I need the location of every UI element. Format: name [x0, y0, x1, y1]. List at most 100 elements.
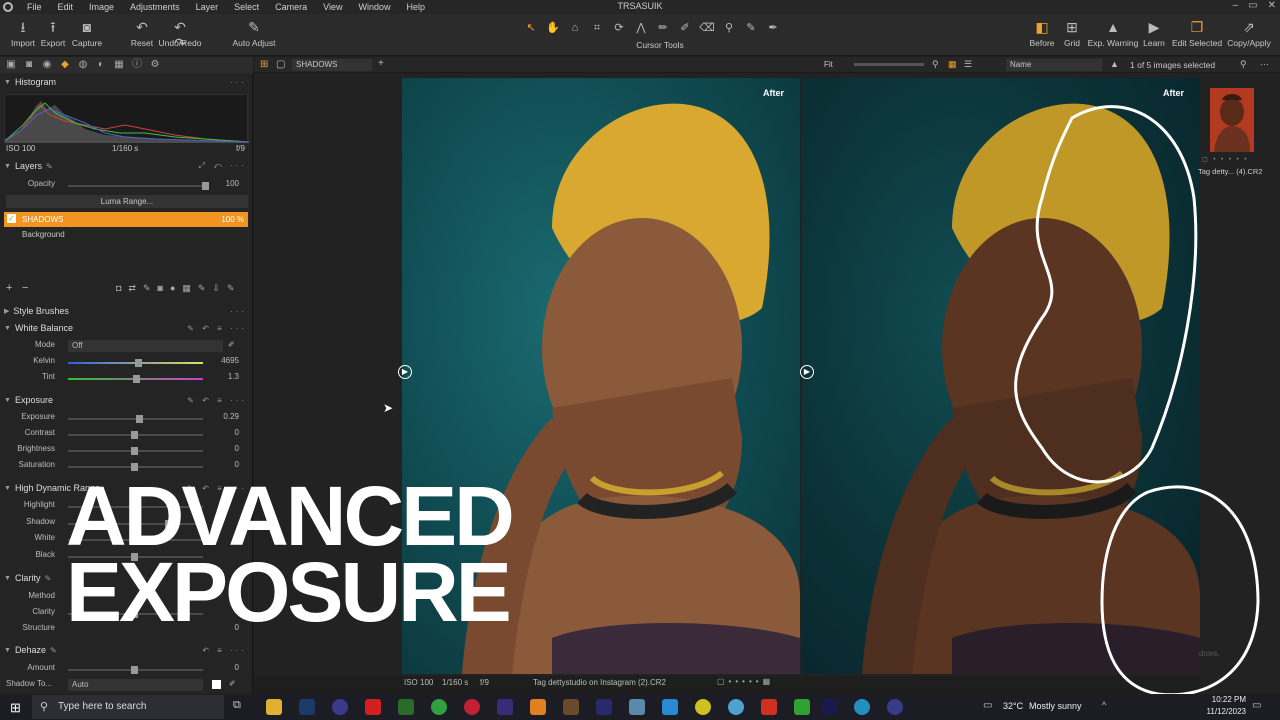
after-effects-icon[interactable] [821, 699, 837, 715]
grid-button[interactable]: ⊞ Grid [1060, 19, 1084, 48]
taskbar-search[interactable]: Type here to search [32, 695, 224, 719]
tray-chevron-icon[interactable]: ^ [1102, 700, 1106, 710]
undo-redo-button[interactable]: ↶ ↷ Undo/Redo [158, 19, 202, 51]
app-icon[interactable] [794, 699, 810, 715]
capture-button[interactable]: ◙ Capture [70, 19, 104, 48]
youtube-icon[interactable] [365, 699, 381, 715]
black-slider-knob[interactable] [131, 553, 138, 561]
checkbox-icon[interactable]: ✓ [7, 214, 16, 223]
menu-camera[interactable]: Camera [267, 2, 315, 12]
learn-button[interactable]: ▶ Learn [1140, 19, 1168, 48]
section-menu-icon[interactable]: ↶ ≡ ··· [202, 646, 247, 655]
remove-layer-icon[interactable]: − [22, 282, 28, 294]
layer-background[interactable]: Background [22, 230, 65, 239]
close-icon[interactable]: ✕ [1268, 0, 1276, 11]
menu-select[interactable]: Select [226, 2, 267, 12]
more-icon[interactable]: ··· [230, 307, 247, 316]
saturation-slider-knob[interactable] [131, 463, 138, 471]
histogram-header[interactable]: ▼ Histogram ··· [0, 74, 253, 90]
add-icon[interactable]: + [378, 58, 384, 69]
add-layer-icon[interactable]: + [6, 282, 12, 294]
layer-tools-icon[interactable]: ◘⇄✎◙●▦✎⇩✎ [116, 283, 242, 294]
sort-direction-icon[interactable]: ▲ [1110, 59, 1119, 69]
file-explorer-icon[interactable] [266, 699, 282, 715]
section-menu-icon[interactable]: ✎ ↶ ≡ ··· [187, 396, 247, 405]
app-icon[interactable] [695, 699, 711, 715]
section-menu-icon[interactable]: ✎ ↶ ≡ ··· [187, 324, 247, 333]
dehaze-slider-knob[interactable] [131, 666, 138, 674]
notification-icon[interactable]: ▭ [1252, 700, 1261, 711]
clarity-slider-knob[interactable] [131, 610, 138, 618]
capture-one-icon[interactable] [332, 699, 348, 715]
nvidia-icon[interactable] [398, 699, 414, 715]
adjustments-tab-icon[interactable]: ◆ [58, 58, 72, 72]
compare-handle-right-icon[interactable]: ▶ [800, 365, 814, 379]
folder-tab-icon[interactable]: ▣ [4, 58, 18, 72]
wb-mode-select[interactable]: Off [68, 340, 223, 352]
brush-tool-icon[interactable]: ✐ [676, 21, 694, 35]
menu-help[interactable]: Help [399, 2, 434, 12]
task-view-icon[interactable]: ⧉ [233, 699, 241, 712]
exposure-warning-button[interactable]: ▲ Exp. Warning [1086, 19, 1140, 48]
weather-temp[interactable]: 32°C [1003, 701, 1023, 711]
style-brushes-header[interactable]: ▶ Style Brushes ··· [0, 303, 253, 319]
spot-tool-icon[interactable]: ✏ [654, 21, 672, 35]
opacity-slider-track[interactable] [68, 185, 203, 187]
maximize-icon[interactable]: ▭ [1248, 0, 1257, 11]
pointer-tool-icon[interactable]: ↖ [522, 21, 540, 35]
text-tool-icon[interactable]: ✒ [764, 21, 782, 35]
contrast-value[interactable]: 0 [235, 428, 239, 437]
import-button[interactable]: ⭳ Import [8, 19, 38, 48]
exposure-header[interactable]: ▼ Exposure ✎ ↶ ≡ ··· [0, 392, 253, 408]
app-icon[interactable] [761, 699, 777, 715]
annotate-tool-icon[interactable]: ✎ [742, 21, 760, 35]
more-icon[interactable]: ··· [1260, 59, 1269, 69]
tint-value[interactable]: 1.3 [228, 372, 239, 381]
weather-icon[interactable]: ▭ [983, 700, 992, 711]
capture-one-icon[interactable] [887, 699, 903, 715]
layers-menu-icon[interactable]: ⤢ ↶ ··· [199, 161, 247, 171]
opacity-slider-knob[interactable] [202, 182, 209, 190]
brightness-value[interactable]: 0 [235, 444, 239, 453]
app-icon[interactable] [431, 699, 447, 715]
exposure-slider-knob[interactable] [136, 415, 143, 423]
more-icon[interactable]: ··· [230, 78, 247, 87]
premiere-icon[interactable] [596, 699, 612, 715]
keystone-tool-icon[interactable]: ⋀ [632, 21, 650, 35]
list-view-icon[interactable]: ☰ [964, 59, 972, 70]
clarity-header[interactable]: ▼ Clarity ✎ [0, 570, 253, 586]
menu-window[interactable]: Window [350, 2, 398, 12]
zoom-slider[interactable] [854, 63, 924, 66]
copy-apply-button[interactable]: ⇗ Copy/Apply [1226, 19, 1272, 48]
app-icon[interactable] [728, 699, 744, 715]
rotate-tool-icon[interactable]: ⟳ [610, 21, 628, 35]
menu-edit[interactable]: Edit [50, 2, 82, 12]
calculator-icon[interactable] [629, 699, 645, 715]
media-encoder-icon[interactable] [497, 699, 513, 715]
zoom-fit-label[interactable]: Fit [824, 60, 833, 69]
capture-tab-icon[interactable]: ◙ [22, 58, 36, 72]
dehaze-amount-value[interactable]: 0 [235, 663, 239, 672]
compare-handle-left-icon[interactable]: ▶ [398, 365, 412, 379]
menu-file[interactable]: File [19, 2, 50, 12]
layer-shadows[interactable]: ✓ SHADOWS 100 % [4, 212, 248, 227]
kelvin-slider-knob[interactable] [135, 359, 142, 367]
menu-view[interactable]: View [315, 2, 350, 12]
white-balance-header[interactable]: ▼ White Balance ✎ ↶ ≡ ··· [0, 320, 253, 336]
exposure-tab-icon[interactable]: ◐ [94, 58, 108, 72]
exposure-value[interactable]: 0.29 [223, 412, 239, 421]
picker-icon[interactable]: ✐ [229, 679, 236, 688]
weather-text[interactable]: Mostly sunny [1029, 701, 1082, 711]
single-view-icon[interactable]: ▢ [276, 59, 285, 70]
layer-opacity-value[interactable]: 100 % [221, 215, 244, 224]
opacity-value[interactable]: 100 [226, 179, 239, 188]
section-menu-icon[interactable]: ✎ ↶ ≡ ··· [187, 484, 247, 493]
kelvin-value[interactable]: 4695 [221, 356, 239, 365]
clock-time[interactable]: 10:22 PM [1206, 695, 1246, 704]
info-tab-icon[interactable]: ⓘ [130, 58, 144, 72]
layer-dropdown[interactable]: SHADOWS [292, 59, 372, 71]
app-icon[interactable] [563, 699, 579, 715]
menu-layer[interactable]: Layer [188, 2, 227, 12]
photoshop-icon[interactable] [299, 699, 315, 715]
photo-left[interactable]: After [402, 78, 800, 674]
